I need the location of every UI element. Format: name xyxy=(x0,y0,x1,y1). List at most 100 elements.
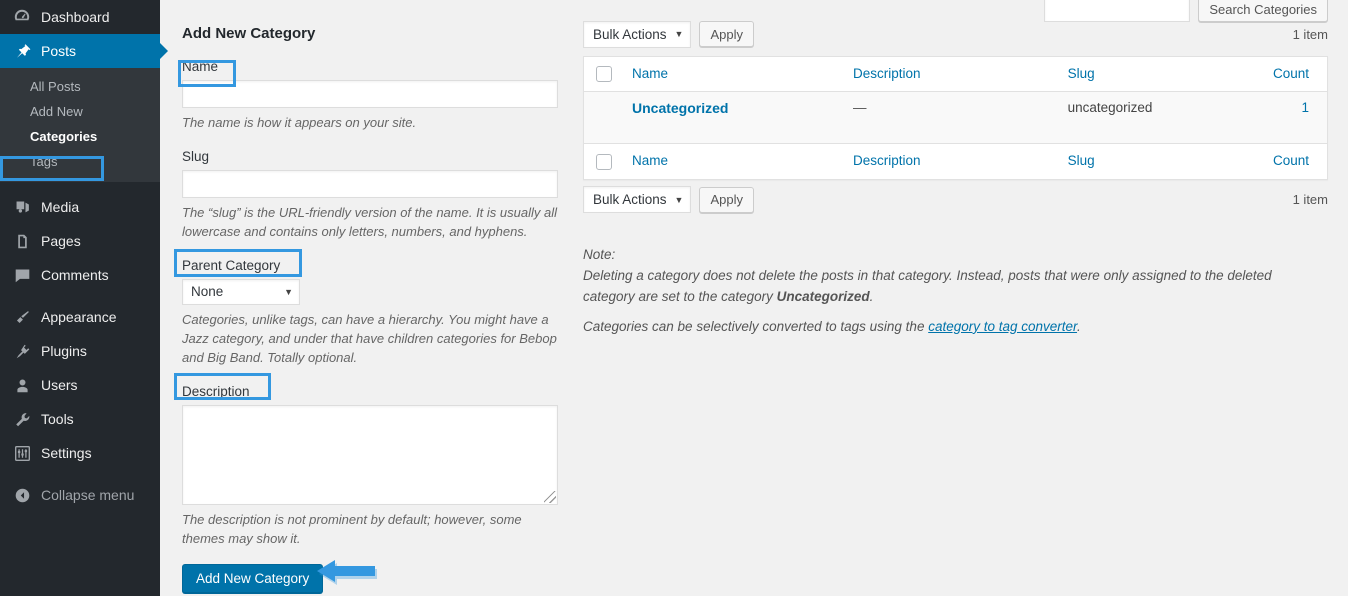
sidebar-item-posts[interactable]: Posts xyxy=(0,34,168,68)
select-all-header[interactable] xyxy=(583,56,622,92)
description-textarea[interactable] xyxy=(182,404,558,505)
sidebar-item-label: Pages xyxy=(41,233,81,249)
submenu-label: Add New xyxy=(30,104,83,119)
chevron-down-icon: ▼ xyxy=(674,29,684,39)
sidebar-item-media[interactable]: Media xyxy=(0,190,160,224)
submenu-label: Categories xyxy=(30,129,98,144)
collapse-menu-button[interactable]: Collapse menu xyxy=(0,478,160,512)
select-all-footer[interactable] xyxy=(583,143,622,180)
column-header-description[interactable]: Description xyxy=(842,56,1058,92)
apply-button-bottom[interactable]: Apply xyxy=(699,186,754,213)
table-row: Uncategorized — uncategorized 1 xyxy=(583,91,1328,145)
slug-input[interactable] xyxy=(182,169,558,198)
sidebar-item-settings[interactable]: Settings xyxy=(0,436,160,470)
name-input[interactable] xyxy=(182,79,558,108)
sidebar-item-all-posts[interactable]: All Posts xyxy=(0,74,160,99)
apply-button-top[interactable]: Apply xyxy=(699,21,754,47)
category-name-link[interactable]: Uncategorized xyxy=(632,100,728,116)
table-foot: Name Description Slug Count xyxy=(583,143,1328,180)
sidebar-item-appearance[interactable]: Appearance xyxy=(0,300,160,334)
column-footer-slug[interactable]: Slug xyxy=(1057,143,1263,180)
add-new-category-button[interactable]: Add New Category xyxy=(182,563,324,593)
row-count-cell: 1 xyxy=(1262,91,1328,145)
row-description-cell: — xyxy=(842,91,1058,145)
wrench-icon xyxy=(12,409,32,429)
collapse-menu-label: Collapse menu xyxy=(41,487,135,503)
note-text-converter-b: . xyxy=(1077,318,1081,334)
note-text-emphasis: Uncategorized xyxy=(776,288,870,304)
chevron-down-icon: ▼ xyxy=(284,286,293,297)
bulk-actions-value: Bulk Actions xyxy=(593,192,667,208)
chevron-down-icon: ▼ xyxy=(674,194,684,205)
description-label: Description xyxy=(182,383,250,399)
posts-submenu: All Posts Add New Categories Tags xyxy=(0,68,160,182)
sidebar-item-tools[interactable]: Tools xyxy=(0,402,160,436)
sidebar-item-label: Plugins xyxy=(41,343,87,359)
note-section: Note: Deleting a category does not delet… xyxy=(583,244,1328,337)
description-help-text: The description is not prominent by defa… xyxy=(182,511,522,546)
parent-category-label: Parent Category xyxy=(182,257,281,273)
sidebar-item-categories[interactable]: Categories xyxy=(0,124,160,149)
sidebar-item-label: Tools xyxy=(41,411,74,427)
column-header-count[interactable]: Count xyxy=(1262,56,1328,92)
category-count-link[interactable]: 1 xyxy=(1301,100,1309,115)
slug-help-text: The “slug” is the URL-friendly version o… xyxy=(182,204,557,239)
name-help-text: The name is how it appears on your site. xyxy=(182,114,417,130)
column-footer-description[interactable]: Description xyxy=(842,143,1058,180)
note-paragraph-2: Categories can be selectively converted … xyxy=(583,316,1325,337)
sidebar-item-add-new[interactable]: Add New xyxy=(0,99,160,124)
table-head: Name Description Slug Count xyxy=(583,56,1328,92)
row-slug-cell: uncategorized xyxy=(1057,91,1263,145)
search-categories-button[interactable]: Search Categories xyxy=(1198,0,1328,22)
search-input[interactable] xyxy=(1044,0,1191,22)
wordpress-admin-screen: Dashboard Posts All Posts Add New Catego… xyxy=(0,0,1348,596)
sidebar-item-label: Settings xyxy=(41,445,92,461)
sidebar-item-tags[interactable]: Tags xyxy=(0,149,160,174)
submenu-label: Tags xyxy=(30,154,58,169)
sidebar-item-dashboard[interactable]: Dashboard xyxy=(0,0,160,34)
note-text-c: . xyxy=(869,288,874,304)
plug-icon xyxy=(12,341,32,361)
parent-category-select[interactable]: None ▼ xyxy=(182,278,300,305)
tablenav-bottom: Bulk Actions ▼ Apply 1 item xyxy=(583,180,1328,222)
note-text-converter-a: Categories can be selectively converted … xyxy=(583,318,929,334)
sidebar-item-plugins[interactable]: Plugins xyxy=(0,334,160,368)
search-box: Search Categories xyxy=(583,0,1328,22)
category-to-tag-converter-link[interactable]: category to tag converter xyxy=(928,319,1077,334)
note-text-a: Deleting a category does not delete the … xyxy=(583,267,1272,304)
sidebar-item-users[interactable]: Users xyxy=(0,368,160,402)
sidebar-item-pages[interactable]: Pages xyxy=(0,224,160,258)
categories-table: Name Description Slug Count Uncategorize… xyxy=(583,56,1328,180)
column-header-name[interactable]: Name xyxy=(622,56,843,92)
submenu-label: All Posts xyxy=(30,79,81,94)
note-paragraph-1: Deleting a category does not delete the … xyxy=(583,265,1325,307)
collapse-arrow-icon xyxy=(12,485,32,505)
sidebar-item-label: Posts xyxy=(41,43,77,59)
column-footer-count[interactable]: Count xyxy=(1262,143,1328,180)
sidebar-item-comments[interactable]: Comments xyxy=(0,258,160,292)
column-header-slug[interactable]: Slug xyxy=(1057,56,1263,92)
select-all-checkbox-footer[interactable] xyxy=(596,153,612,170)
pin-icon xyxy=(12,41,32,61)
admin-sidebar: Dashboard Posts All Posts Add New Catego… xyxy=(0,0,168,596)
bulk-actions-value: Bulk Actions xyxy=(593,26,667,42)
note-heading: Note: xyxy=(583,246,616,262)
resize-grip-icon[interactable] xyxy=(544,490,556,503)
active-menu-pointer xyxy=(160,43,168,59)
sidebar-item-label: Appearance xyxy=(41,309,117,325)
pages-icon xyxy=(12,231,32,251)
item-count-top: 1 item xyxy=(1292,26,1328,42)
user-icon xyxy=(12,375,32,395)
sidebar-item-label: Comments xyxy=(41,267,109,283)
sidebar-item-label: Dashboard xyxy=(41,9,110,25)
name-label: Name xyxy=(182,58,219,74)
table-header-row: Name Description Slug Count xyxy=(583,56,1328,92)
bulk-actions-select-bottom[interactable]: Bulk Actions ▼ xyxy=(583,186,692,214)
bulk-actions-select-top[interactable]: Bulk Actions ▼ xyxy=(583,20,692,48)
parent-category-value: None xyxy=(191,284,224,299)
column-footer-name[interactable]: Name xyxy=(622,143,843,180)
select-all-checkbox[interactable] xyxy=(596,66,612,83)
main-content: Add New Category Name The name is how it… xyxy=(160,0,1348,596)
